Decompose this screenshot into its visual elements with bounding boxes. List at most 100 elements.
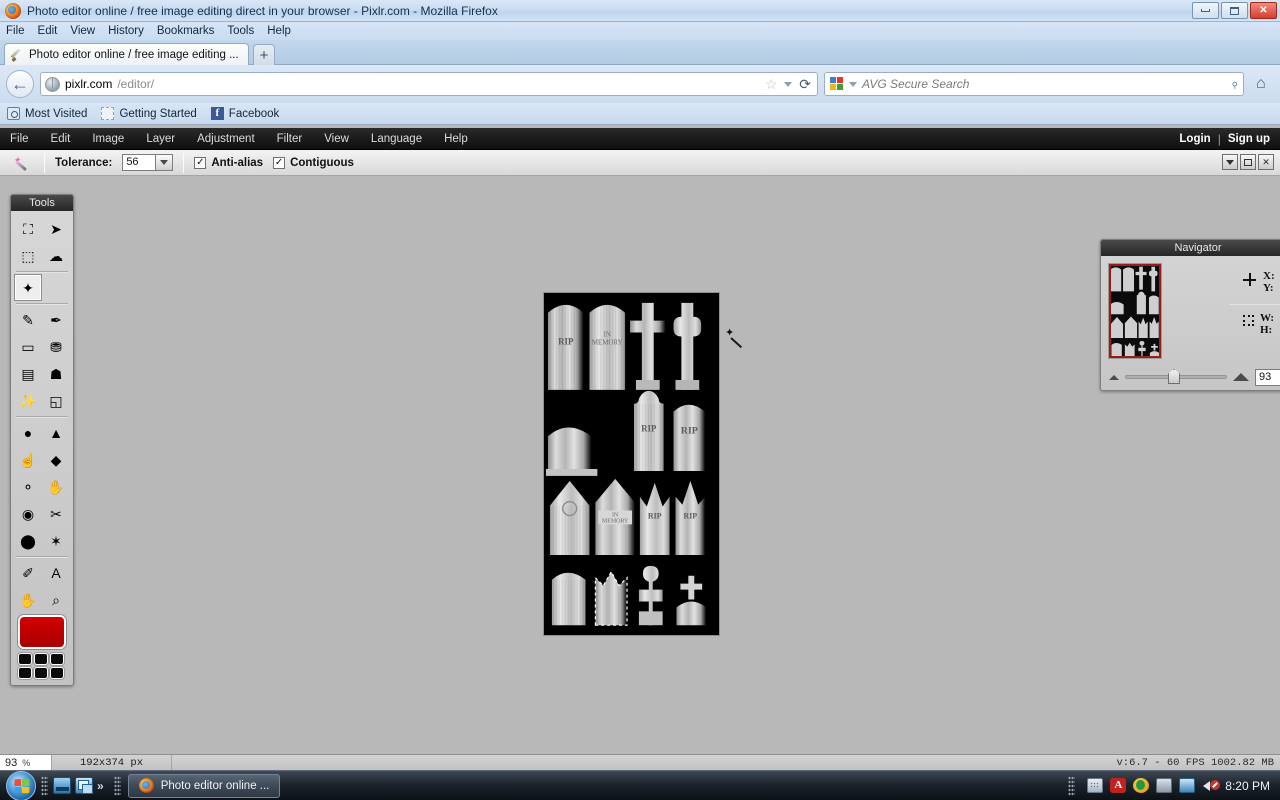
volume-muted-icon[interactable] [1202, 778, 1221, 793]
browser-tab-active[interactable]: Photo editor online / free image editing… [4, 43, 249, 65]
browser-menu-history[interactable]: History [108, 25, 144, 37]
avg-icon[interactable] [1133, 778, 1150, 793]
dodge-tool[interactable]: ⚬ [14, 473, 42, 500]
window-close-button[interactable]: ✕ [1250, 2, 1277, 19]
palette-swatch[interactable] [50, 667, 64, 679]
burn-tool[interactable]: ✋ [42, 473, 70, 500]
magic-wand-tool[interactable]: ✦ [14, 274, 42, 301]
taskbar-grip[interactable] [113, 775, 121, 796]
navigator-view-rect[interactable] [1109, 264, 1161, 358]
sharpen-tool[interactable]: ▲ [42, 419, 70, 446]
status-zoom-field[interactable]: 93 % [0, 754, 52, 771]
lasso-tool[interactable]: ☁ [42, 242, 70, 269]
taskbar-clock[interactable]: 8:20 PM [1225, 779, 1270, 793]
contiguous-checkbox[interactable]: ✓ [273, 156, 286, 169]
gradient-tool[interactable]: ▤ [14, 360, 42, 387]
palette-swatch[interactable] [18, 667, 32, 679]
palette-swatch[interactable] [34, 667, 48, 679]
chevron-down-icon[interactable] [784, 81, 793, 87]
home-icon[interactable]: ⌂ [1256, 75, 1266, 93]
browser-menu-tools[interactable]: Tools [227, 25, 254, 37]
image-canvas[interactable]: RIP IN MEMORY RIP RIP IN MEMORY RIP RIP [543, 292, 720, 636]
quick-launch-overflow-icon[interactable]: » [97, 779, 104, 793]
power-plug-icon[interactable] [1156, 778, 1173, 793]
pixlr-close-button[interactable]: ✕ [1258, 154, 1274, 170]
color-replace-tool[interactable]: ✨ [14, 387, 42, 414]
bookmark-most-visited[interactable]: Most Visited [7, 107, 87, 120]
pixlr-menu-layer[interactable]: Layer [146, 133, 175, 145]
hand-tool[interactable]: ✋ [14, 586, 42, 613]
contiguous-checkbox-row[interactable]: ✓ Contiguous [273, 156, 354, 169]
tolerance-input[interactable]: 56 [122, 154, 157, 171]
search-icon[interactable]: ⌕ [1226, 76, 1242, 92]
start-button[interactable] [6, 770, 36, 800]
brush-tool[interactable]: ✒ [42, 306, 70, 333]
signup-link[interactable]: Sign up [1228, 133, 1270, 145]
red-eye-tool[interactable]: ◉ [14, 500, 42, 527]
smudge-tool[interactable]: ☝ [14, 446, 42, 473]
search-input[interactable]: AVG Secure Search [862, 77, 969, 91]
pixlr-collapse-button[interactable] [1222, 154, 1238, 170]
search-engine-chevron-icon[interactable] [849, 81, 857, 87]
pixlr-menu-adjustment[interactable]: Adjustment [197, 133, 255, 145]
back-button[interactable]: ← [6, 70, 34, 98]
taskbar-item-firefox[interactable]: Photo editor online ... [127, 773, 281, 798]
new-tab-button[interactable]: + [253, 44, 275, 65]
type-tool[interactable]: A [42, 559, 70, 586]
palette-swatch[interactable] [50, 653, 64, 665]
spot-heal-tool[interactable]: ✂ [42, 500, 70, 527]
zoom-slider[interactable] [1125, 369, 1227, 384]
tolerance-dropdown-button[interactable] [155, 154, 174, 171]
browser-menu-help[interactable]: Help [267, 25, 291, 37]
switch-windows-icon[interactable] [75, 777, 93, 794]
bookmark-facebook[interactable]: f Facebook [210, 107, 279, 120]
eraser-tool[interactable]: ▭ [14, 333, 42, 360]
palette-swatch[interactable] [18, 653, 32, 665]
paint-bucket-tool[interactable]: ⛃ [42, 333, 70, 360]
bookmark-star-icon[interactable]: ☆ [765, 77, 778, 91]
pencil-tool[interactable]: ✎ [14, 306, 42, 333]
zoom-out-icon[interactable] [1109, 374, 1119, 380]
clone-stamp-tool[interactable]: ☗ [42, 360, 70, 387]
show-desktop-icon[interactable] [53, 777, 71, 794]
zoom-in-icon[interactable] [1233, 373, 1249, 381]
pinch-tool[interactable]: ✶ [42, 527, 70, 554]
window-minimize-button[interactable] [1192, 2, 1219, 19]
antialias-checkbox[interactable]: ✓ [194, 156, 207, 169]
zoom-tool[interactable]: ⌕ [42, 586, 70, 613]
antialias-checkbox-row[interactable]: ✓ Anti-alias [194, 156, 263, 169]
pixlr-menu-edit[interactable]: Edit [51, 133, 71, 145]
browser-menu-file[interactable]: File [6, 25, 25, 37]
login-link[interactable]: Login [1179, 133, 1210, 145]
window-maximize-button[interactable] [1221, 2, 1248, 19]
navigator-thumbnail[interactable] [1108, 263, 1162, 359]
pixlr-menu-help[interactable]: Help [444, 133, 468, 145]
pixlr-menu-image[interactable]: Image [92, 133, 124, 145]
drawing-tool[interactable]: ◱ [42, 387, 70, 414]
keyboard-icon[interactable] [1087, 778, 1104, 793]
pixlr-restore-button[interactable] [1240, 154, 1256, 170]
pixlr-menu-view[interactable]: View [324, 133, 349, 145]
sponge-tool[interactable]: ◆ [42, 446, 70, 473]
address-bar[interactable]: pixlr.com /editor/ ☆ ⟳ [40, 72, 818, 96]
adobe-reader-icon[interactable]: A [1110, 778, 1127, 793]
navigator-zoom-input[interactable]: 93 [1255, 368, 1280, 386]
color-picker-tool[interactable]: ✐ [14, 559, 42, 586]
reload-icon[interactable]: ⟳ [799, 77, 811, 91]
taskbar-grip[interactable] [41, 775, 48, 796]
pixlr-menu-file[interactable]: File [10, 133, 29, 145]
crop-tool[interactable]: ⛶ [14, 215, 42, 242]
pixlr-menu-language[interactable]: Language [371, 133, 422, 145]
primary-color-swatch[interactable] [18, 615, 66, 649]
browser-menu-bookmarks[interactable]: Bookmarks [157, 25, 215, 37]
move-tool[interactable]: ➤ [42, 215, 70, 242]
palette-swatch[interactable] [34, 653, 48, 665]
browser-menu-edit[interactable]: Edit [38, 25, 58, 37]
pixlr-menu-filter[interactable]: Filter [277, 133, 303, 145]
marquee-select-tool[interactable]: ⬚ [14, 242, 42, 269]
blur-tool[interactable]: ● [14, 419, 42, 446]
browser-menu-view[interactable]: View [70, 25, 95, 37]
zoom-slider-knob[interactable] [1168, 369, 1180, 384]
network-icon[interactable] [1179, 778, 1196, 793]
search-bar[interactable]: AVG Secure Search ⌕ [824, 72, 1244, 96]
